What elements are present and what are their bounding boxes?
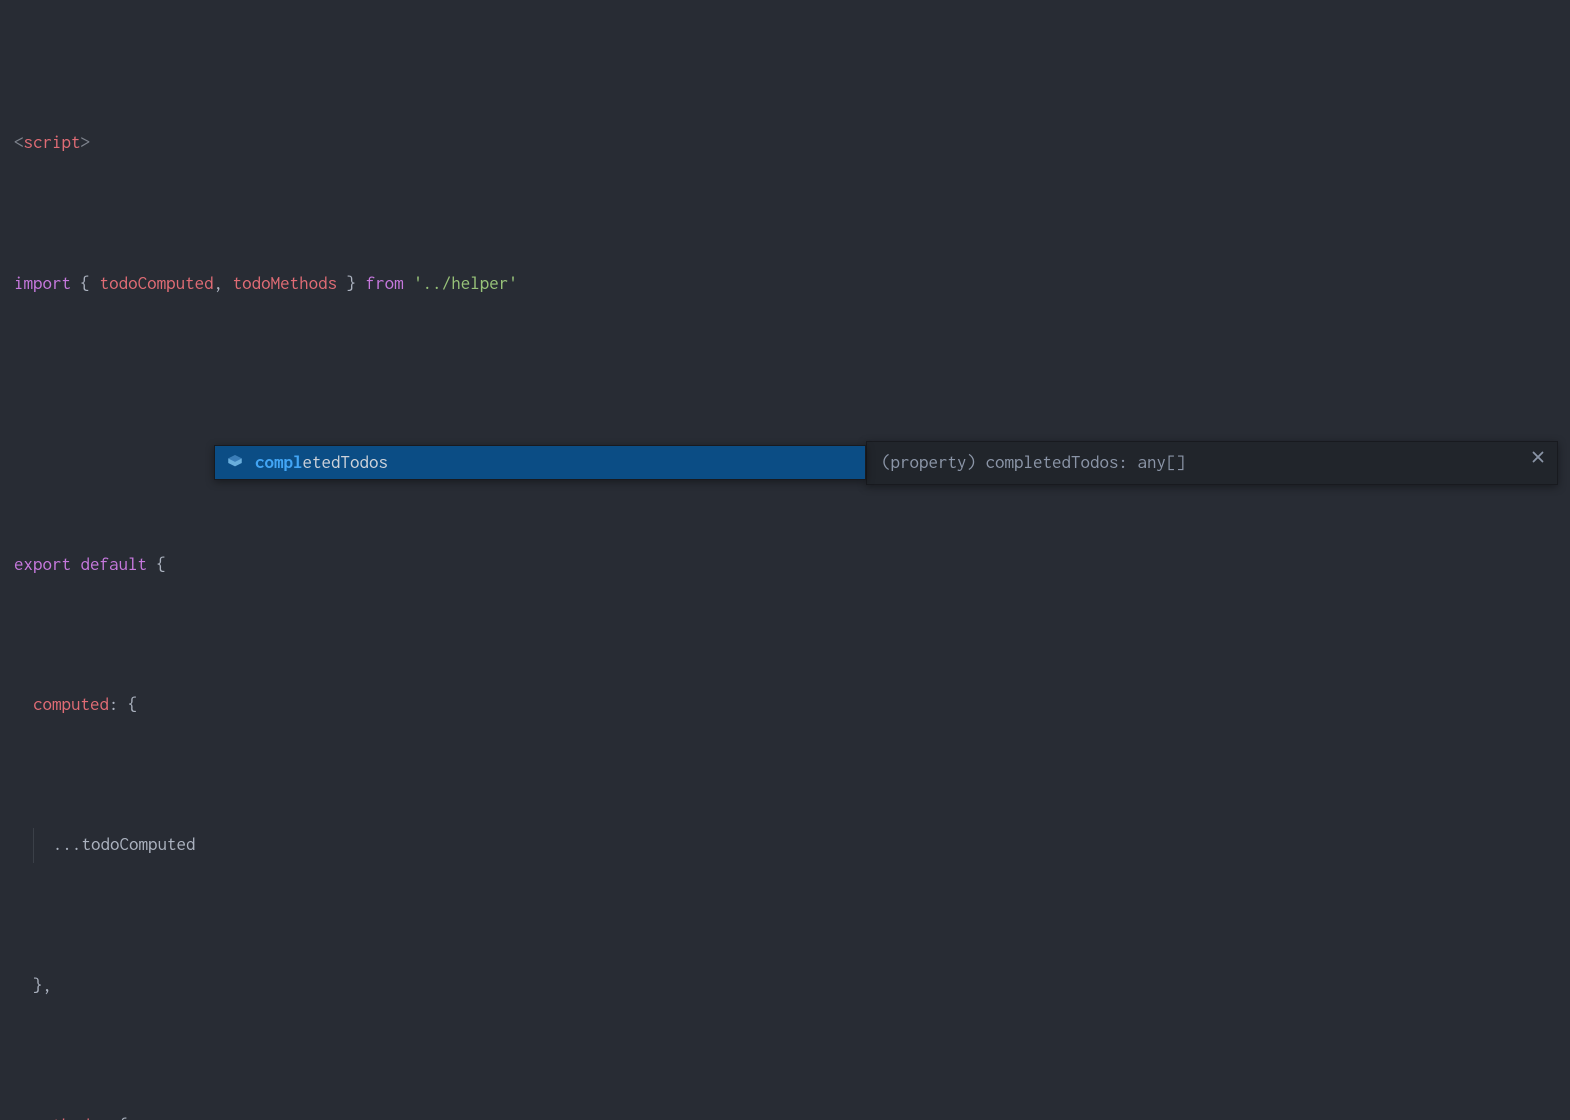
suggest-details: (property) completedTodos: any[] [866,441,1558,485]
code-line-blank [14,406,1556,441]
code-line: ...todoComputed [14,828,1556,863]
string-path: ../helper [423,266,509,301]
spread-op: ... [53,827,82,862]
comma: , [43,968,53,1003]
colon: : [100,1108,110,1120]
import-ident: todoMethods [233,266,338,301]
suggest-rest: etedTodos [303,452,389,472]
tag-close-bracket: > [81,125,91,160]
suggest-item-label: completedTodos [255,445,388,480]
brace-close: } [33,968,43,1003]
close-icon[interactable] [1529,448,1547,466]
code-editor[interactable]: <script> import { todoComputed, todoMeth… [0,0,1570,1120]
colon: : [109,687,119,722]
keyword-default: default [81,547,148,582]
code-line: methods: { [14,1108,1556,1120]
suggest-widget[interactable]: completedTodos [214,445,866,480]
string-quote: ' [413,266,423,301]
suggest-item[interactable]: completedTodos [215,446,865,479]
property-icon [225,453,245,473]
spread-target: todoComputed [82,827,196,862]
suggest-match: compl [255,452,303,472]
code-line: export default { [14,547,1556,582]
brace-open: { [119,1108,129,1120]
suggest-details-text: (property) completedTodos: any[] [881,445,1185,480]
keyword-import: import [14,266,71,301]
brace-close: } [347,266,357,301]
prop-methods: methods [33,1108,100,1120]
code-line: import { todoComputed, todoMethods } fro… [14,266,1556,301]
brace-open: { [157,547,167,582]
string-quote: ' [508,266,518,301]
prop-computed: computed [33,687,109,722]
keyword-from: from [366,266,404,301]
tag-name: script [24,125,81,160]
comma: , [214,266,224,301]
tag-open-bracket: < [14,125,24,160]
code-line: }, [14,968,1556,1003]
brace-open: { [128,687,138,722]
brace-open: { [81,266,91,301]
keyword-export: export [14,547,71,582]
code-line: <script> [14,125,1556,160]
code-line: computed: { [14,687,1556,722]
import-ident: todoComputed [100,266,214,301]
